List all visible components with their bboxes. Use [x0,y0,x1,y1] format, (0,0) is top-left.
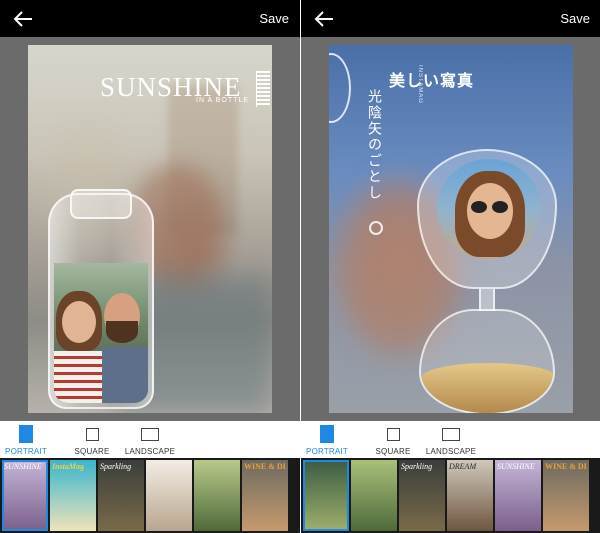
poster-preview[interactable]: SUNSHINE IN A BOTTLE [28,45,272,413]
portrait-icon [320,425,334,443]
orientation-landscape[interactable]: LANDSCAPE [423,425,479,456]
arrow-left-icon [314,10,333,27]
template-thumb[interactable] [146,460,192,531]
orientation-label: LANDSCAPE [124,447,176,456]
orientation-square[interactable]: SQUARE [72,425,112,456]
editor-canvas: SUNSHINE IN A BOTTLE [0,37,300,421]
hourglass-top [417,149,557,289]
orientation-portrait[interactable]: PORTRAIT [301,425,353,456]
template-label: SUNSHINE [4,463,42,471]
poster-title: 美しい寫真 [389,73,475,90]
portrait-icon [19,425,33,443]
orientation-bar: PORTRAIT SQUARE LANDSCAPE [301,421,600,458]
template-thumb[interactable]: DREAM [447,460,493,531]
barcode-icon [256,71,270,107]
template-thumb[interactable]: SUNSHINE [495,460,541,531]
orientation-portrait[interactable]: PORTRAIT [0,425,52,456]
editor-panel-left: Save SUNSHINE IN A BOTTLE PORTRAIT SQUAR… [0,0,300,533]
landscape-icon [141,428,159,441]
sunglasses-lens [471,201,487,213]
back-button[interactable] [10,6,36,32]
template-thumb[interactable] [351,460,397,531]
template-thumb[interactable]: WINE & DINE [543,460,589,531]
template-strip[interactable]: SUNSHINE InstaMag Sparkling WINE & DINE [0,458,300,533]
photo-beard [106,321,138,343]
top-toolbar: Save [301,0,600,37]
hourglass-bottom [419,309,555,413]
template-label: Sparkling [100,463,132,471]
photo-face-woman [62,301,96,343]
orientation-label: SQUARE [375,447,411,456]
poster-preview[interactable]: INSTAMAG 美しい寫真 光陰矢のごとし [329,45,573,413]
hourglass-sand [421,363,553,413]
top-toolbar: Save [0,0,300,37]
photo-shirt-blue [102,347,148,403]
circle-ring-icon [329,53,351,123]
editor-canvas: INSTAMAG 美しい寫真 光陰矢のごとし [301,37,600,421]
circle-dot-icon [369,221,383,235]
orientation-bar: PORTRAIT SQUARE LANDSCAPE [0,421,300,458]
template-thumb[interactable]: SUNSHINE [2,460,48,531]
landscape-icon [442,428,460,441]
template-thumb[interactable]: Sparkling [399,460,445,531]
template-label: DREAM [449,463,477,471]
template-strip[interactable]: Sparkling DREAM SUNSHINE WINE & DINE [301,458,600,533]
hourglass-neck [479,289,495,311]
photo-shirt-striped [54,351,104,403]
back-button[interactable] [311,6,337,32]
hourglass-photo-frame[interactable] [417,149,557,413]
orientation-label: LANDSCAPE [425,447,477,456]
template-thumb[interactable]: Sparkling [98,460,144,531]
editor-panel-right: Save INSTAMAG 美しい寫真 光陰矢のごとし PORTRAIT SQU… [301,0,600,533]
orientation-label: PORTRAIT [5,447,47,456]
template-thumb[interactable]: WINE & DINE [242,460,288,531]
bottle-photo-frame[interactable] [48,189,154,409]
template-label: SUNSHINE [497,463,535,471]
template-thumb[interactable] [194,460,240,531]
save-button[interactable]: Save [560,11,591,26]
orientation-square[interactable]: SQUARE [373,425,413,456]
orientation-label: SQUARE [74,447,110,456]
square-icon [85,428,99,441]
orientation-landscape[interactable]: LANDSCAPE [122,425,178,456]
couple-photo [54,263,148,403]
bottle-neck [70,189,132,219]
poster-subtitle: IN A BOTTLE [196,97,250,104]
template-label: Sparkling [401,463,433,471]
template-label: WINE & DINE [244,463,286,471]
sunglasses-lens [492,201,508,213]
save-button[interactable]: Save [259,11,290,26]
template-label: WINE & DINE [545,463,587,471]
poster-vertical-text: 光陰矢のごとし [367,89,383,201]
square-icon [386,428,400,441]
arrow-left-icon [13,10,32,27]
template-thumb[interactable]: InstaMag [50,460,96,531]
orientation-label: PORTRAIT [306,447,348,456]
template-label: InstaMag [52,463,85,471]
template-thumb[interactable] [303,460,349,531]
woman-photo [437,159,541,259]
